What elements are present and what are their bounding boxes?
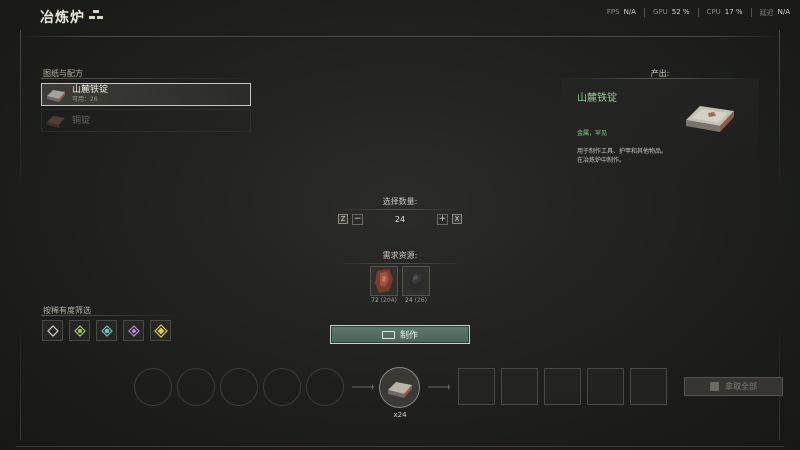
ingot-stack-icon <box>89 10 103 19</box>
latency-stat: 延迟 N/A <box>759 8 790 17</box>
quantity-stepper: Z − 24 + X <box>338 213 462 225</box>
recipe-item-copper-ingot[interactable]: 铜锭 <box>41 109 251 132</box>
craft-button[interactable]: 制作 <box>330 325 470 344</box>
arrow-right-icon <box>428 384 450 390</box>
arrow-right-icon <box>352 384 374 390</box>
output-slot[interactable] <box>501 368 538 405</box>
output-tags: 金属，罕见 <box>577 130 608 137</box>
craft-count: x24 <box>393 411 407 419</box>
output-slot[interactable] <box>630 368 667 405</box>
key-hint-icon <box>710 382 719 391</box>
keyboard-icon <box>381 330 395 339</box>
resource-count-coal: 24 (26) <box>405 297 427 304</box>
resources-heading: 需求资源: <box>338 250 462 264</box>
quantity-value[interactable]: 24 <box>363 215 437 224</box>
resource-slot-coal[interactable] <box>402 266 430 296</box>
quantity-heading: 选择数量: <box>338 196 462 210</box>
recipe-available: 可用：26 <box>72 95 98 103</box>
fps-stat: FPS N/A <box>606 8 636 16</box>
common-diamond-icon <box>46 324 59 337</box>
recipe-name: 山麓铁锭 <box>72 84 109 95</box>
craft-label: 制作 <box>399 331 418 341</box>
rare-gem-icon <box>100 324 113 337</box>
gpu-stat: GPU 52 % <box>652 8 690 16</box>
uncommon-gem-icon <box>73 324 86 337</box>
copper-ingot-icon <box>47 116 65 128</box>
recipe-item-iron-ingot[interactable]: 山麓铁锭 可用：26 <box>41 83 251 106</box>
queue-slot[interactable] <box>134 368 172 406</box>
filter-legendary-button[interactable] <box>150 320 171 341</box>
filter-uncommon-button[interactable] <box>69 320 90 341</box>
output-slot[interactable] <box>544 368 581 405</box>
queue-slot[interactable] <box>177 368 215 406</box>
rarity-filter-row <box>42 320 171 341</box>
increase-key-hint: X <box>452 214 462 224</box>
legendary-gem-icon <box>153 323 168 338</box>
iron-ingot-icon <box>388 382 412 398</box>
output-slot[interactable] <box>458 368 495 405</box>
take-all-button[interactable]: 拿取全部 <box>684 377 783 396</box>
iron-ingot-icon <box>686 106 734 132</box>
window-title: 冶炼炉 <box>40 10 85 26</box>
filter-epic-button[interactable] <box>123 320 144 341</box>
queue-slot[interactable] <box>306 368 344 406</box>
epic-gem-icon <box>127 324 140 337</box>
recipe-name: 铜锭 <box>72 115 91 126</box>
iron-ingot-icon <box>47 90 65 102</box>
decrease-key-hint: Z <box>338 214 348 224</box>
queue-slot[interactable] <box>263 368 301 406</box>
filter-rare-button[interactable] <box>96 320 117 341</box>
output-slot[interactable] <box>587 368 624 405</box>
current-craft-slot[interactable] <box>379 367 420 408</box>
performance-stats: FPS N/A GPU 52 % CPU 17 % 延迟 N/A <box>607 8 790 18</box>
iron-ore-icon <box>375 269 393 293</box>
output-description: 用于制作工具、护甲和其他物品。 在冶炼炉中制作。 <box>577 148 668 164</box>
queue-slot[interactable] <box>220 368 258 406</box>
resource-slot-iron-ore[interactable] <box>370 266 398 296</box>
coal-icon <box>407 273 425 292</box>
decrease-button[interactable]: − <box>352 213 363 225</box>
output-item-name: 山麓铁锭 <box>577 93 617 104</box>
take-all-label: 拿取全部 <box>725 382 757 391</box>
cpu-stat: CPU 17 % <box>706 8 743 16</box>
increase-button[interactable]: + <box>437 213 448 225</box>
filter-common-button[interactable] <box>42 320 63 341</box>
